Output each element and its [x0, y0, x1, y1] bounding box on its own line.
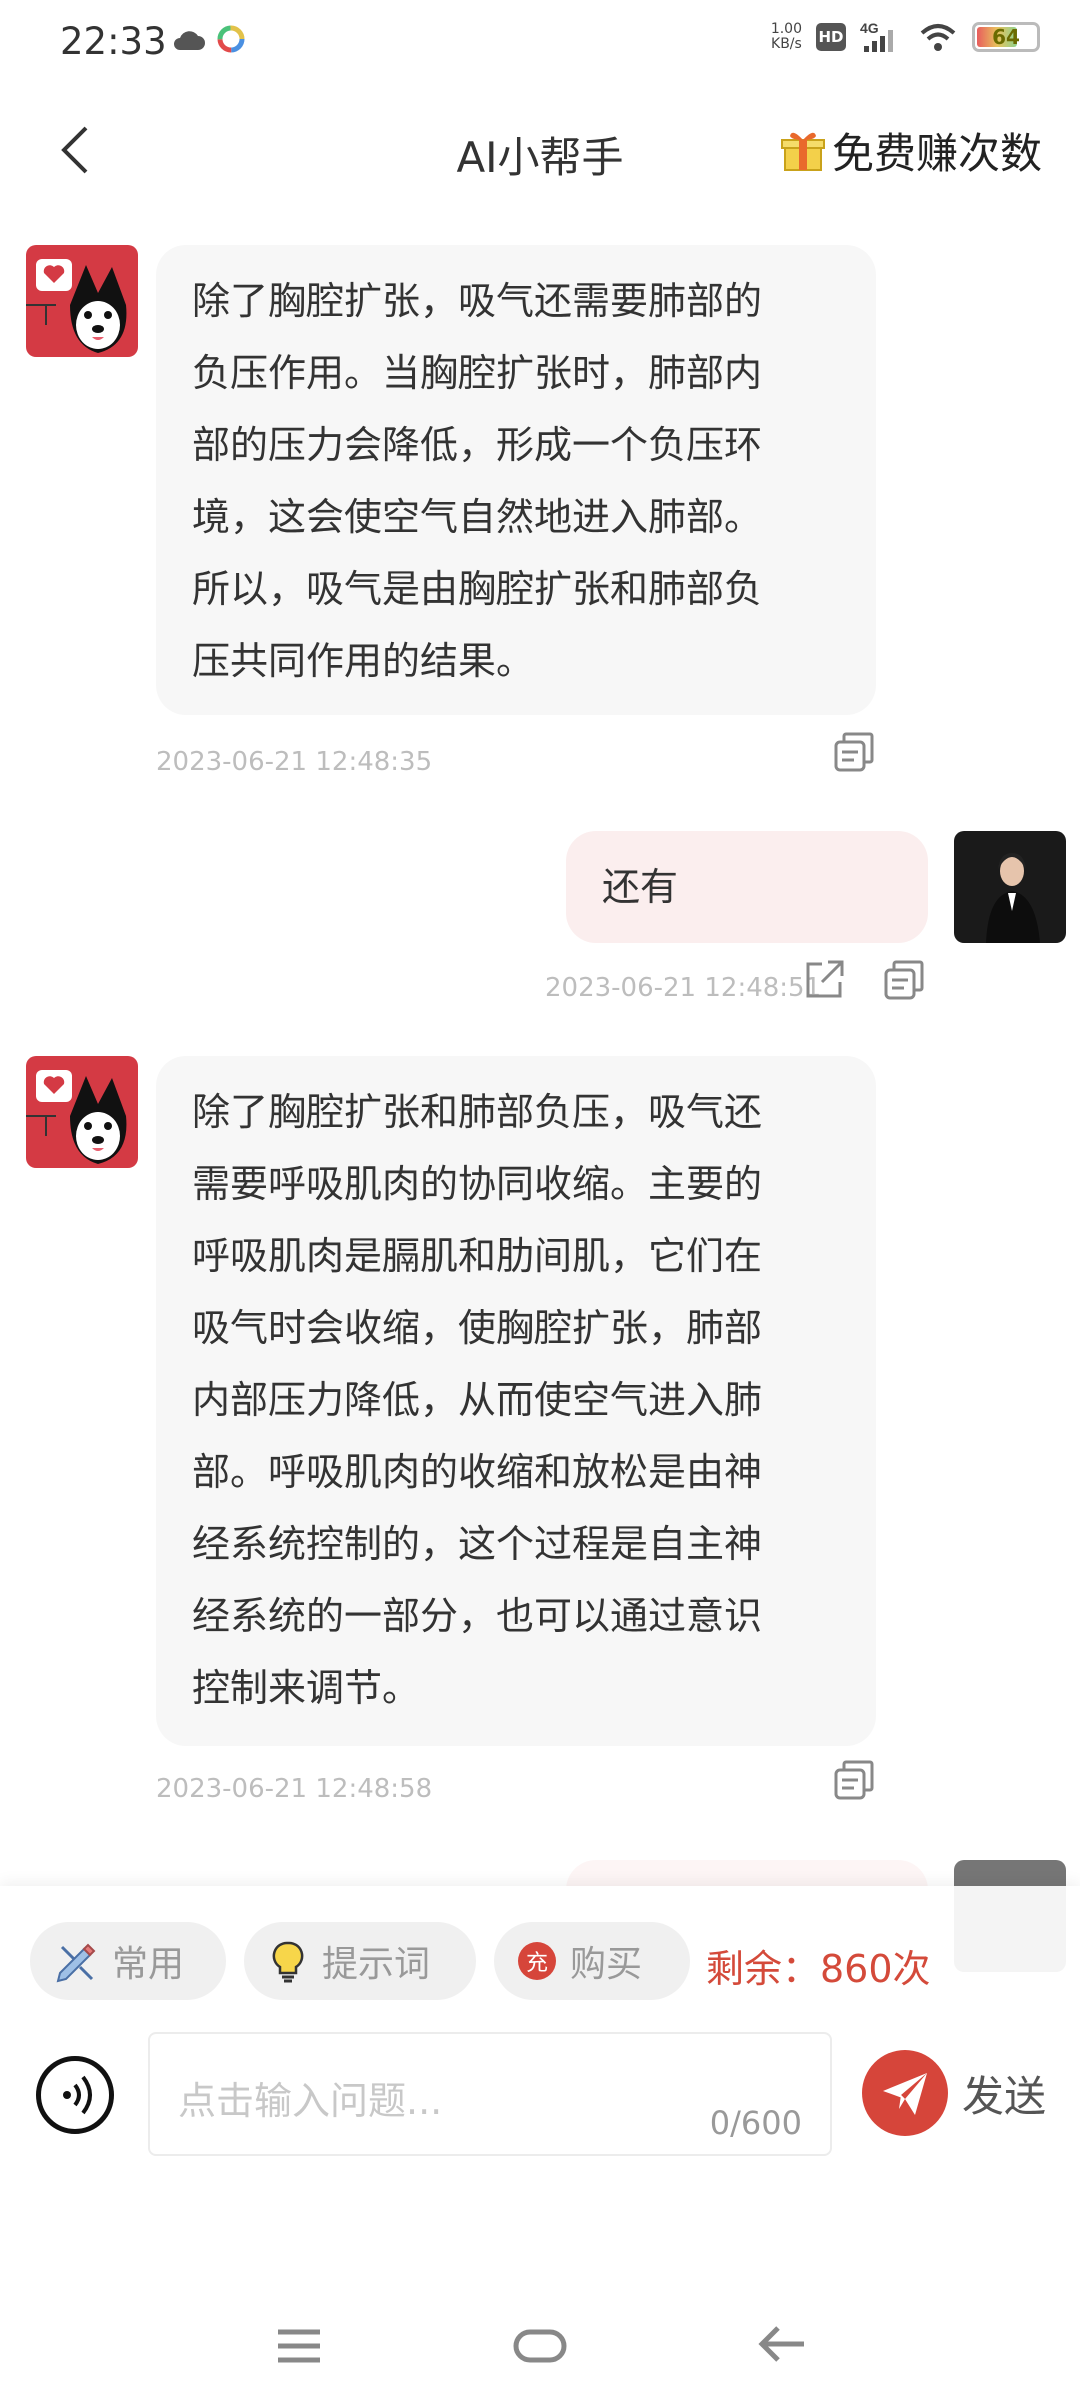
bot-avatar — [26, 245, 138, 357]
recharge-icon: 充 — [518, 1942, 556, 1980]
question-input[interactable]: 点击输入问题... 0/600 — [148, 2032, 832, 2156]
copy-icon[interactable] — [832, 1758, 876, 1802]
bot-message-bubble[interactable]: 除了胸腔扩张和肺部负压，吸气还 需要呼吸肌肉的协同收缩。主要的 呼吸肌肉是膈肌和… — [156, 1056, 876, 1746]
husky-mascot-icon — [26, 1070, 127, 1164]
app-logo-icon — [217, 25, 245, 53]
copy-icon[interactable] — [832, 730, 876, 774]
system-nav-bar — [0, 2290, 1080, 2400]
hd-badge: HD — [816, 23, 846, 51]
svg-text:4G: 4G — [860, 20, 879, 36]
status-time: 22:33 — [60, 20, 167, 63]
copy-icon[interactable] — [882, 958, 926, 1002]
bot-avatar — [26, 1056, 138, 1168]
back-nav-icon[interactable] — [756, 2322, 808, 2366]
user-avatar — [954, 831, 1066, 943]
nav-bar: AI小帮手 免费赚次数 — [0, 100, 1080, 200]
message-timestamp: 2023-06-21 12:48:51 — [545, 973, 822, 1003]
cloud-icon — [174, 31, 205, 50]
gift-icon — [780, 132, 825, 171]
user-photo — [986, 853, 1040, 943]
bot-message-bubble[interactable]: 除了胸腔扩张，吸气还需要肺部的 负压作用。当胸腔扩张时，肺部内 部的压力会降低，… — [156, 245, 876, 715]
husky-mascot-icon — [26, 259, 127, 353]
voice-input-button[interactable] — [36, 2056, 114, 2134]
share-icon[interactable] — [802, 958, 846, 1002]
remaining-count: 剩余：860次 — [706, 1947, 931, 1991]
voice-wave-icon — [63, 2075, 92, 2115]
paper-plane-icon — [883, 2073, 927, 2115]
menu-icon[interactable] — [274, 2326, 324, 2366]
input-placeholder: 点击输入问题... — [178, 2079, 443, 2123]
wifi-icon — [920, 24, 956, 51]
message-timestamp: 2023-06-21 12:48:35 — [156, 747, 433, 777]
buy-button[interactable]: 充 购买 — [494, 1922, 690, 2000]
signal-icon: 4G — [860, 20, 893, 52]
earn-free-uses-button[interactable]: 免费赚次数 — [780, 120, 1042, 181]
send-circle — [862, 2050, 948, 2136]
net-speed: 1.00 KB/s — [770, 21, 802, 52]
pencil-ruler-icon — [56, 1943, 96, 1983]
status-bar: 22:33 1.00 KB/s HD 4G 64 — [0, 0, 1080, 84]
lightbulb-icon — [272, 1941, 304, 1983]
battery-indicator: 64 — [972, 22, 1040, 52]
char-count: 0/600 — [709, 2104, 802, 2142]
send-button[interactable]: 发送 — [862, 2050, 1046, 2136]
prompt-words-button[interactable]: 提示词 — [244, 1922, 476, 2000]
common-phrases-button[interactable]: 常用 — [30, 1922, 226, 2000]
message-timestamp: 2023-06-21 12:48:58 — [156, 1774, 433, 1804]
home-icon[interactable] — [512, 2324, 568, 2368]
user-message-bubble[interactable]: 还有 — [566, 831, 928, 943]
